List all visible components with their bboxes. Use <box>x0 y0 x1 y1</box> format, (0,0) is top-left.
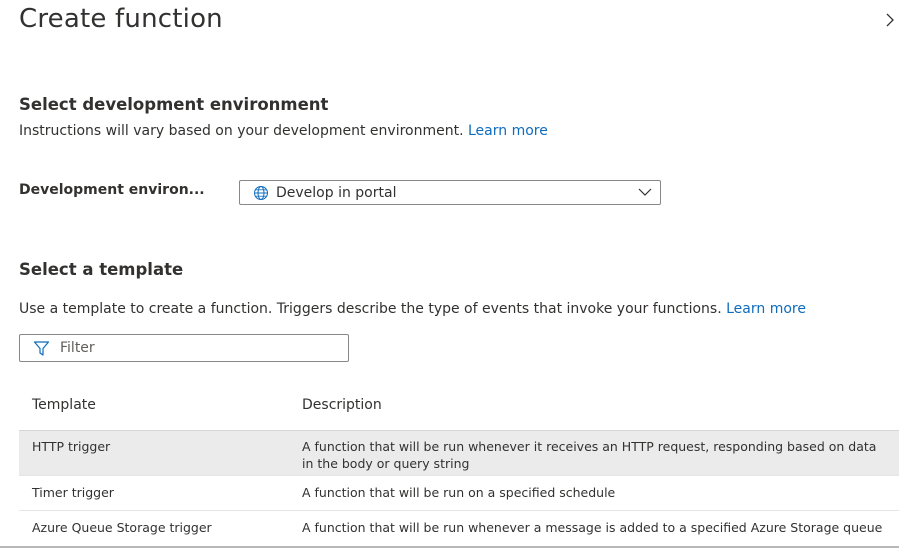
page-title: Create function <box>19 4 223 34</box>
panel-bottom-divider <box>0 546 899 548</box>
dev-env-dropdown[interactable]: Develop in portal <box>239 180 661 205</box>
row-description: A function that will be run whenever it … <box>302 439 877 471</box>
template-heading: Select a template <box>19 260 184 279</box>
filter-input[interactable]: Filter <box>19 334 349 362</box>
template-description-text: Use a template to create a function. Tri… <box>19 301 722 317</box>
row-template-name: Timer trigger <box>32 485 114 500</box>
row-description: A function that will be run on a specifi… <box>302 485 616 500</box>
row-template-name: HTTP trigger <box>32 439 111 454</box>
filter-placeholder: Filter <box>60 340 95 356</box>
filter-icon <box>33 341 50 356</box>
dev-env-field-label: Development environ... <box>19 182 205 198</box>
table-row[interactable]: HTTP trigger A function that will be run… <box>19 431 899 476</box>
table-row[interactable]: Azure Queue Storage trigger A function t… <box>19 511 899 545</box>
table-row[interactable]: Timer trigger A function that will be ru… <box>19 476 899 511</box>
dev-env-learn-more-link[interactable]: Learn more <box>468 123 548 139</box>
template-table: Template Description HTTP trigger A func… <box>19 388 899 545</box>
dev-env-heading: Select development environment <box>19 95 329 114</box>
template-learn-more-link[interactable]: Learn more <box>726 301 806 317</box>
row-template-name: Azure Queue Storage trigger <box>32 520 212 535</box>
row-description: A function that will be run whenever a m… <box>302 520 883 535</box>
dev-env-description: Instructions will vary based on your dev… <box>19 123 548 139</box>
close-icon[interactable] <box>885 12 895 33</box>
template-description: Use a template to create a function. Tri… <box>19 301 806 317</box>
table-header: Template Description <box>19 388 899 431</box>
column-header-description[interactable]: Description <box>302 397 382 413</box>
dev-env-description-text: Instructions will vary based on your dev… <box>19 123 464 139</box>
column-header-template[interactable]: Template <box>32 397 96 413</box>
globe-icon <box>254 186 268 200</box>
dev-env-selected-value: Develop in portal <box>276 185 397 201</box>
chevron-down-icon <box>638 188 652 196</box>
